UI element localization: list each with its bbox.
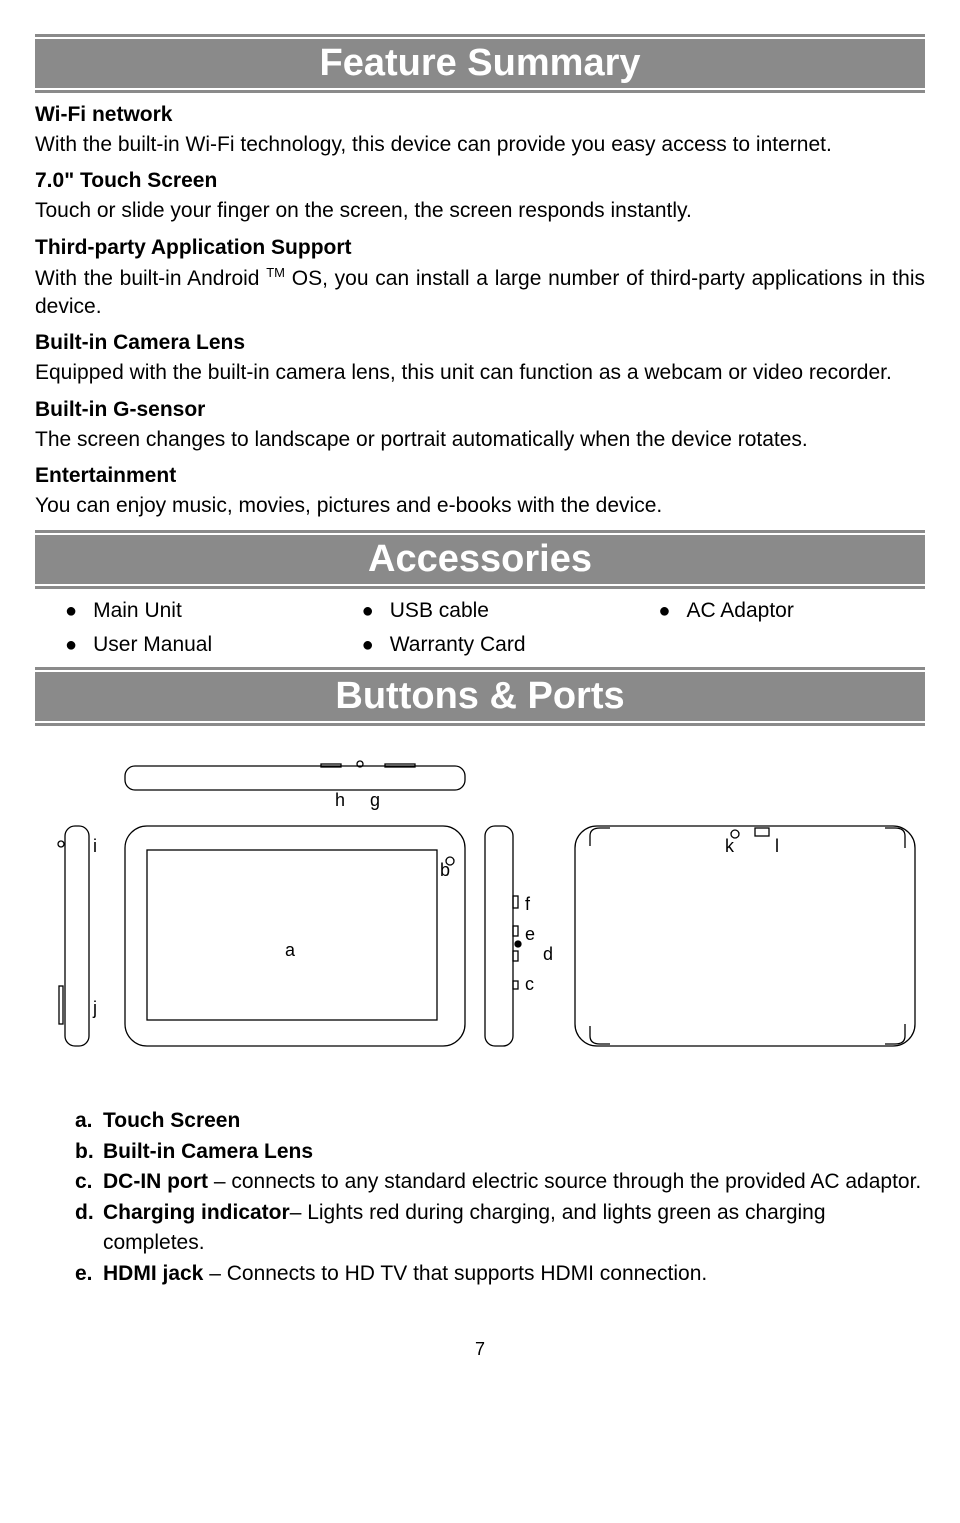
feature-thirdparty-title: Third-party Application Support: [35, 236, 925, 260]
accessory-warranty-card: ●Warranty Card: [332, 633, 629, 657]
accessory-usb-cable: ●USB cable: [332, 599, 629, 623]
label-d: d: [543, 944, 553, 964]
ports-list: a. Touch Screen b. Built-in Camera Lens …: [75, 1106, 925, 1289]
feature-gsensor-title: Built-in G-sensor: [35, 398, 925, 422]
label-c: c: [525, 974, 534, 994]
feature-gsensor-body: The screen changes to landscape or portr…: [35, 426, 925, 454]
thirdparty-pre: With the built-in Android: [35, 267, 259, 290]
feature-touch-body: Touch or slide your finger on the screen…: [35, 197, 925, 225]
label-i: i: [93, 836, 97, 856]
label-j: j: [92, 998, 97, 1018]
label-e: e: [525, 924, 535, 944]
label-l: l: [775, 836, 779, 856]
accessory-ac-adaptor: ●AC Adaptor: [628, 599, 925, 623]
port-d: d. Charging indicator– Lights red during…: [75, 1198, 925, 1259]
heading-buttons-ports: Buttons & Ports: [35, 667, 925, 726]
port-a: a. Touch Screen: [75, 1106, 925, 1136]
page-number: 7: [35, 1339, 925, 1360]
feature-camera-title: Built-in Camera Lens: [35, 331, 925, 355]
label-a: a: [285, 940, 296, 960]
accessory-row-2: ●User Manual ●Warranty Card: [35, 633, 925, 657]
feature-entertainment-body: You can enjoy music, movies, pictures an…: [35, 492, 925, 520]
port-c: c. DC-IN port – connects to any standard…: [75, 1167, 925, 1197]
label-f: f: [525, 894, 531, 914]
tm-mark: TM: [266, 265, 285, 280]
feature-entertainment-title: Entertainment: [35, 464, 925, 488]
feature-touch-title: 7.0" Touch Screen: [35, 169, 925, 193]
device-diagram: h g i j a b f e d c k l: [35, 756, 925, 1086]
heading-feature-summary: Feature Summary: [35, 34, 925, 93]
label-h: h: [335, 790, 345, 810]
port-b: b. Built-in Camera Lens: [75, 1137, 925, 1167]
accessory-main-unit: ●Main Unit: [35, 599, 332, 623]
feature-thirdparty-body: With the built-in Android TM OS, you can…: [35, 264, 925, 322]
accessory-user-manual: ●User Manual: [35, 633, 332, 657]
label-b: b: [440, 860, 450, 880]
feature-camera-body: Equipped with the built-in camera lens, …: [35, 359, 925, 387]
accessory-row-1: ●Main Unit ●USB cable ●AC Adaptor: [35, 599, 925, 623]
feature-wifi-title: Wi-Fi network: [35, 103, 925, 127]
heading-accessories: Accessories: [35, 530, 925, 589]
label-k: k: [725, 836, 735, 856]
label-g: g: [370, 790, 380, 810]
feature-wifi-body: With the built-in Wi-Fi technology, this…: [35, 131, 925, 159]
port-e: e. HDMI jack – Connects to HD TV that su…: [75, 1259, 925, 1289]
